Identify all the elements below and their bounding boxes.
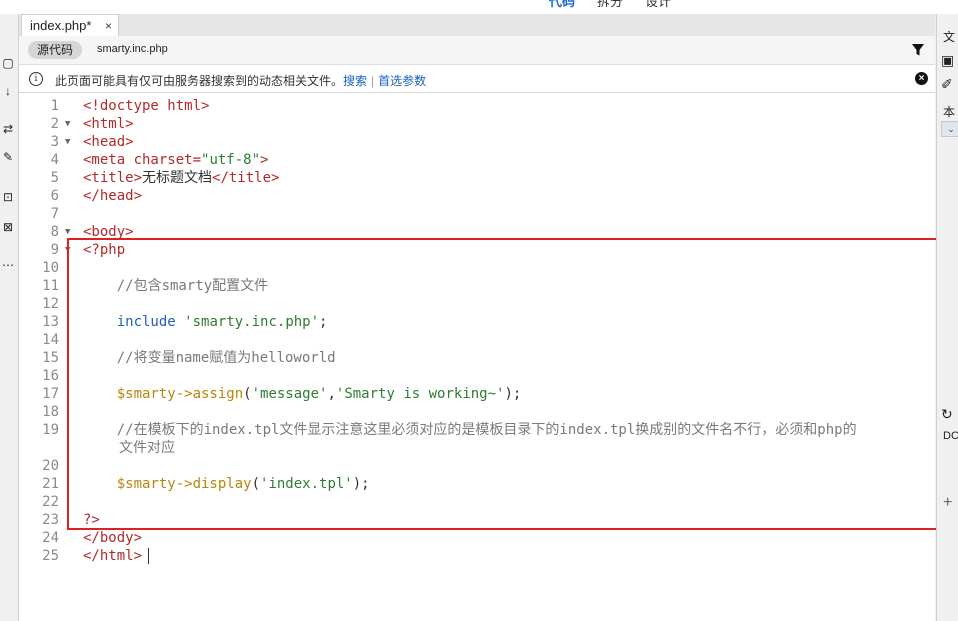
close-info-icon[interactable]: × (915, 72, 928, 85)
panel-icon[interactable]: ▣ (941, 52, 954, 69)
document-tab-label: index.php* (30, 18, 92, 33)
code-text: </html> (83, 547, 150, 565)
code-text: include 'smarty.inc.php'; (116, 314, 328, 330)
code-text-wrap: 文件对应 (119, 440, 175, 456)
info-separator: | (371, 74, 375, 88)
expand-icon[interactable]: ⇄ (0, 120, 16, 138)
line-number: 21 (42, 476, 59, 492)
format-icon[interactable]: ⊠ (0, 218, 16, 236)
line-number: 23 (42, 512, 59, 528)
split-view-tab[interactable]: 拆分 (597, 0, 623, 10)
code-text: </head> (83, 188, 143, 204)
line-number: 25 (42, 548, 59, 564)
add-icon[interactable]: + (943, 494, 952, 512)
design-view-tab[interactable]: 设计 (645, 0, 671, 10)
file-icon[interactable]: ▢ (0, 54, 16, 72)
line-number: 5 (50, 170, 59, 186)
code-text: <head> (83, 134, 134, 150)
line-number: 10 (42, 260, 59, 276)
line-number: 12 (42, 296, 59, 312)
fold-toggle-icon[interactable]: ▼ (65, 223, 75, 241)
filter-icon[interactable] (911, 43, 925, 57)
code-text: <body> (83, 224, 134, 240)
related-file-link[interactable]: smarty.inc.php (97, 43, 168, 55)
arrow-down-icon[interactable]: ↓ (0, 82, 16, 100)
brush-icon[interactable]: ✎ (0, 148, 16, 166)
refresh-icon[interactable]: ↻ (941, 406, 953, 423)
code-text: <meta charset="utf-8"> (83, 152, 269, 168)
preferences-link[interactable]: 首选参数 (378, 74, 426, 88)
view-switcher-bar: 代码 拆分 设计 (0, 0, 958, 15)
code-editor[interactable]: 1 <!doctype html> 2 ▼ <html> 3 ▼ <head> 4 <meta c… (19, 93, 935, 621)
related-files-bar: 源代码 smarty.inc.php (19, 36, 935, 65)
line-number: 13 (42, 314, 59, 330)
info-message-text: 此页面可能具有仅可由服务器搜索到的动态相关文件。 (55, 74, 344, 88)
line-number: 1 (50, 98, 59, 114)
line-number: 15 (42, 350, 59, 366)
fold-toggle-icon[interactable]: ▼ (65, 115, 75, 133)
line-number: 7 (50, 206, 59, 222)
line-number: 2 (50, 116, 59, 132)
line-number: 19 (42, 422, 59, 438)
line-number: 3 (50, 134, 59, 150)
line-number: 22 (42, 494, 59, 510)
line-number: 16 (42, 368, 59, 384)
code-text: ?> (83, 512, 100, 528)
line-number: 17 (42, 386, 59, 402)
info-bar: i 此页面可能具有仅可由服务器搜索到的动态相关文件。搜索 | 首选参数 × (19, 65, 935, 93)
code-text: $smarty->display('index.tpl'); (116, 476, 370, 492)
document-tab[interactable]: index.php* × (21, 14, 119, 36)
left-toolbar: ▢ ↓ ⇄ ✎ ⊡ ⊠ ⋯ (0, 14, 19, 621)
source-code-button[interactable]: 源代码 (28, 41, 83, 59)
line-number: 4 (50, 152, 59, 168)
code-view-tab[interactable]: 代码 (549, 0, 575, 10)
right-panel-label-1: 文 (943, 30, 956, 44)
close-tab-icon[interactable]: × (105, 15, 112, 37)
line-number: 8 (50, 224, 59, 240)
block-icon[interactable]: ⊡ (0, 188, 16, 206)
code-text: <html> (83, 116, 134, 132)
right-panel: 文 ▣ ✐ 本 ⌄ ↻ DC + (936, 14, 958, 621)
line-number: 20 (42, 458, 59, 474)
code-text: //包含smarty配置文件 (83, 278, 269, 294)
line-number: 9 (50, 242, 59, 258)
line-number: 24 (42, 530, 59, 546)
code-text: <?php (83, 242, 126, 258)
code-text: //在模板下的index.tpl文件显示注意这里必须对应的是模板目录下的inde… (83, 422, 857, 438)
right-panel-label-3: DC (943, 430, 958, 442)
code-text: $smarty->assign('message','Smarty is wor… (116, 386, 522, 402)
right-panel-label-2: 本 (943, 105, 956, 119)
pin-icon[interactable]: ✐ (941, 76, 953, 93)
info-icon: i (29, 72, 43, 86)
code-text: <!doctype html> (83, 98, 210, 114)
code-text: //将变量name赋值为helloworld (83, 350, 336, 366)
info-message: 此页面可能具有仅可由服务器搜索到的动态相关文件。搜索 | 首选参数 (55, 72, 426, 89)
chevron-down-icon[interactable]: ⌄ (941, 121, 958, 137)
text-cursor (148, 548, 150, 564)
fold-toggle-icon[interactable]: ▼ (65, 133, 75, 151)
code-text: <title>无标题文档</title> (83, 170, 280, 186)
more-icon[interactable]: ⋯ (0, 256, 16, 274)
document-tab-bar: index.php* × (19, 14, 935, 36)
search-link[interactable]: 搜索 (343, 74, 367, 88)
code-text: </body> (83, 530, 143, 546)
fold-toggle-icon[interactable]: ▼ (65, 241, 75, 259)
line-number: 14 (42, 332, 59, 348)
line-number: 18 (42, 404, 59, 420)
line-number: 11 (42, 278, 59, 294)
line-number: 6 (50, 188, 59, 204)
